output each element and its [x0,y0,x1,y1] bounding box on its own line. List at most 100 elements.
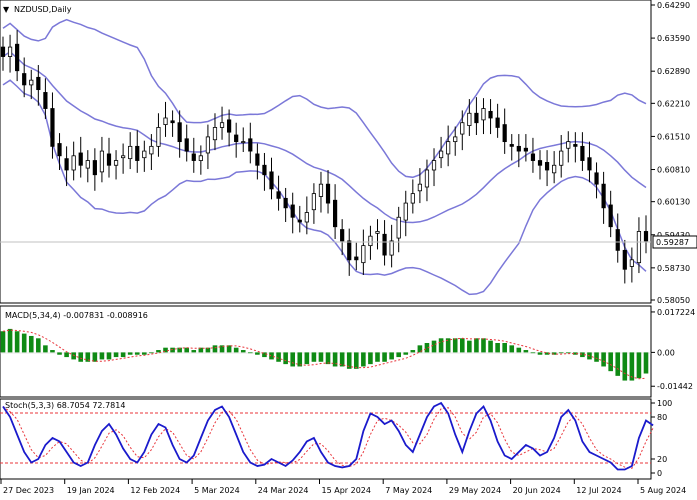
macd-bar [7,328,13,353]
candle-body [488,110,493,119]
candle-body [29,79,34,86]
macd-bar [233,347,239,353]
date-tick-label: 5 Aug 2024 [640,486,686,495]
macd-bar [304,352,310,365]
macd-bar [523,350,529,353]
macd-bar [438,338,444,353]
macd-bar [64,352,69,358]
macd-bar [361,352,366,367]
candle-body [474,112,479,124]
candle-body [262,164,267,176]
macd-bar [481,338,486,353]
candle-body [71,155,76,171]
candle-body [85,160,90,169]
candle-body [354,256,359,261]
date-tick-label: 20 Jun 2024 [513,486,561,495]
candle-body [149,145,154,155]
candle-body [234,134,239,143]
candle-body [184,138,189,152]
stoch-axis: 100 80 20 0 [651,399,672,478]
price-tick-label: 0.62890 [657,67,690,76]
macd-bar [276,352,281,362]
nzdusd-chart-window: ▼ NZDUSD,Daily 0.64290 0.63590 0.62890 0.62… [0,0,697,495]
candle-body [559,150,564,166]
date-axis: 27 Dec 2023 19 Jan 2024 12 Feb 2024 5 Mar 2… [0,479,686,495]
macd-bar [403,352,409,355]
macd-bar [396,352,401,358]
candle-body [375,231,380,234]
price-tick-label: 0.62210 [657,99,690,108]
candle-body [205,136,211,154]
candle-body [113,160,119,166]
macd-bar [255,352,260,355]
macd-bar [50,350,55,353]
macd-bar [601,352,606,367]
macd-bar [643,352,649,374]
chart-title: NZDUSD,Daily [14,5,72,14]
candle-body [552,164,557,174]
candle-body [50,108,55,147]
candle-body [446,141,451,155]
candle-body [566,141,571,149]
macd-bar [240,350,246,353]
macd-bar [71,352,76,360]
candle-body [431,160,437,171]
macd-bar [502,342,507,353]
macd-bar [629,352,635,381]
candle-body [537,160,543,166]
candle-body [135,145,140,161]
macd-bar [142,352,147,355]
candle-body [594,172,599,185]
macd-tick-label: 0.00 [657,348,675,357]
macd-bar [594,352,599,362]
macd-bar [389,352,394,360]
macd-bar [36,338,41,353]
macd-bar [14,331,20,353]
macd-bar [127,352,133,355]
macd-bar [332,352,338,367]
candle-body [227,119,232,133]
macd-bar [113,352,119,358]
macd-bar [375,352,380,362]
date-tick-label: 12 Feb 2024 [130,486,180,495]
candle-body [290,204,295,218]
candle-body [523,147,528,152]
macd-bar [134,352,140,355]
macd-bar [21,333,27,353]
candle-body [573,144,578,147]
candle-body [198,155,203,161]
candle-body [170,120,175,124]
candle-body [106,153,112,166]
candle-body [241,141,246,144]
candle-body [297,219,302,223]
price-tick-label: 0.61510 [657,132,690,141]
macd-bar [608,352,613,372]
price-tick-label: 0.60810 [657,166,690,175]
candle-body [142,150,147,159]
macd-bar [431,340,437,353]
candle-body [57,143,62,157]
price-tick-label: 0.58050 [657,296,690,305]
collapse-arrow-icon[interactable]: ▼ [3,5,10,14]
current-price-label: 0.59287 [656,238,689,247]
price-tick-label: 0.60130 [657,198,690,207]
macd-bar [0,331,6,353]
macd-bar [537,352,543,355]
date-tick-label: 7 May 2024 [385,486,432,495]
candle-body [128,145,133,160]
stoch-label: Stoch(5,3,3) 68.7054 72.7814 [5,401,125,410]
candle-body [191,153,196,161]
candle-body [163,117,168,126]
candle-body [219,122,225,128]
candle-body [615,229,620,251]
candle-body [580,145,585,161]
macd-bar [382,352,387,362]
candle-body [361,245,366,264]
candle-body [318,183,324,197]
macd-pane: MACD(5,34,4) -0.007831 -0.008916 0.01722… [0,305,695,398]
macd-bar [248,352,253,354]
candle-body [629,259,634,267]
macd-bar [184,347,190,353]
macd-bar [156,350,161,353]
stoch-tick-label: 0 [657,469,662,478]
